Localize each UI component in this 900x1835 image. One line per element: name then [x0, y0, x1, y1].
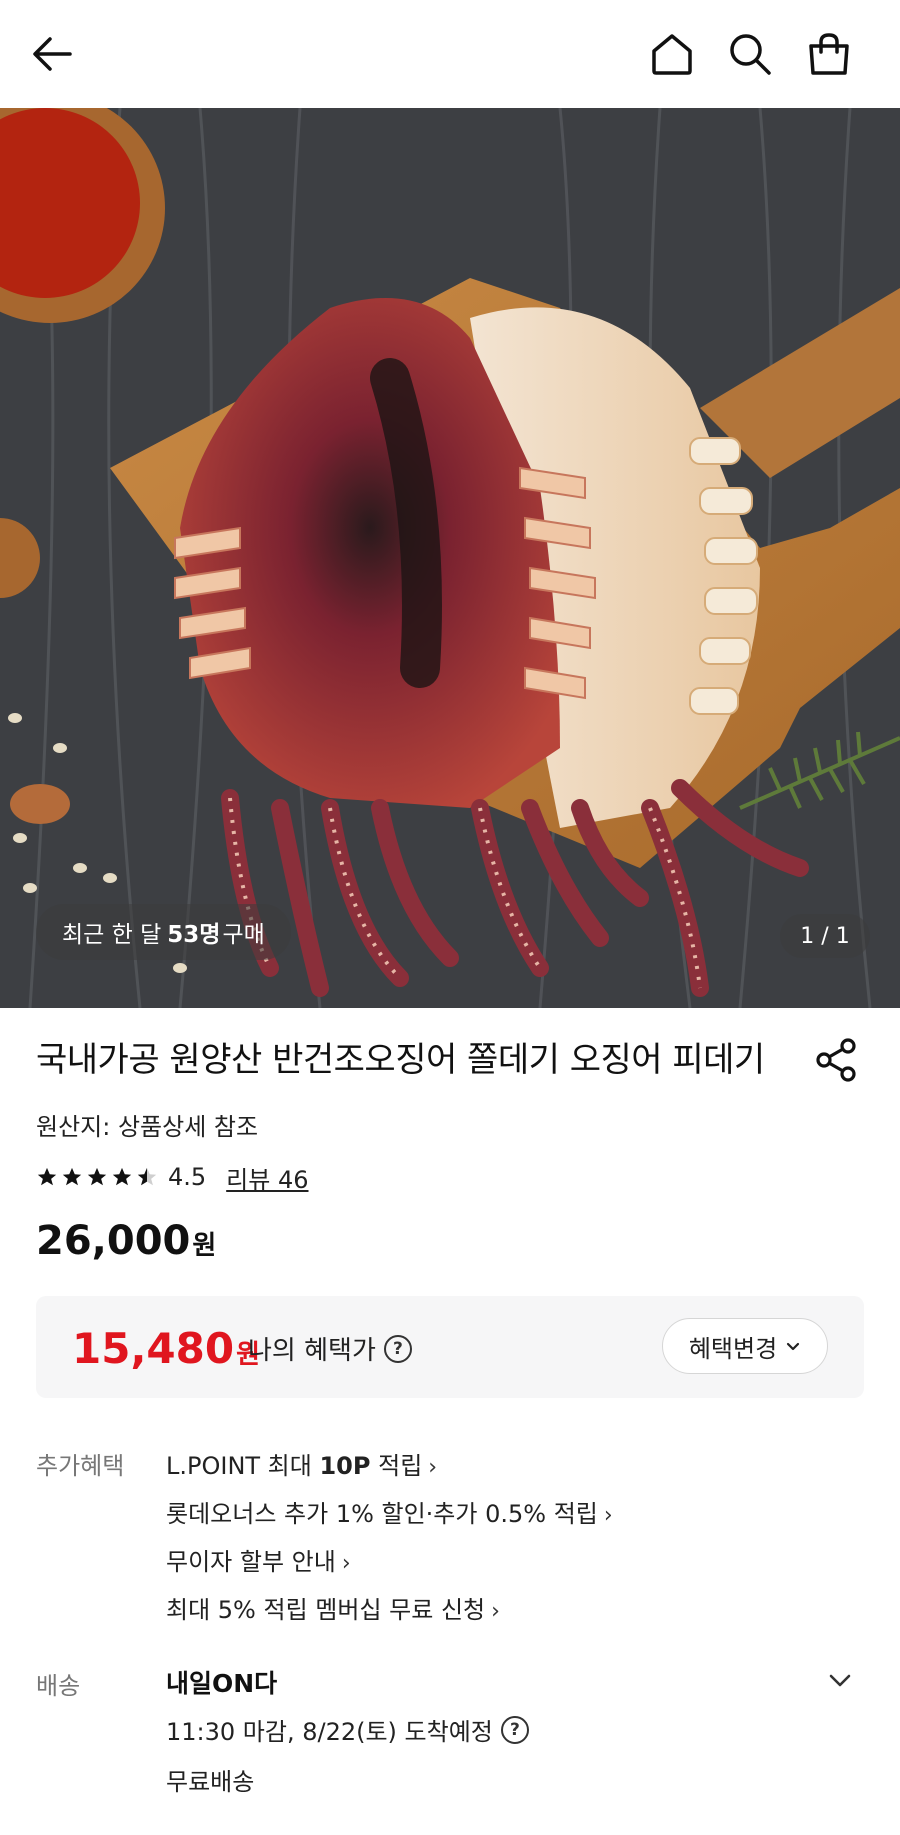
benefit-item-bold: 10P — [319, 1452, 371, 1480]
benefit-price-amount: 15,480 — [72, 1324, 235, 1373]
star-icon — [37, 1167, 57, 1186]
benefit-price-box: 15,480원 나의 혜택가 ? 혜택변경 — [36, 1296, 864, 1398]
benefit-item-text: 최대 5% 적립 멤버십 무료 신청 — [166, 1596, 486, 1624]
benefit-item-membership[interactable]: 최대 5% 적립 멤버십 무료 신청 › — [166, 1590, 500, 1625]
benefit-label: 나의 혜택가 ? — [248, 1330, 412, 1367]
shipping-deadline-text: 11:30 마감, 8/22(토) 도착예정 — [166, 1718, 493, 1746]
search-button[interactable] — [718, 22, 782, 86]
shipping-label: 배송 — [36, 1672, 81, 1700]
benefit-item-lpoint[interactable]: L.POINT 최대 10P 적립 › — [166, 1446, 437, 1481]
benefit-label-text: 나의 혜택가 — [248, 1336, 376, 1366]
top-bar — [0, 0, 900, 108]
back-button[interactable] — [20, 22, 84, 86]
star-icon — [87, 1167, 107, 1186]
original-price: 26,000원 — [36, 1218, 216, 1264]
benefit-item-text: L.POINT 최대 — [166, 1452, 320, 1480]
buyers-count: 53명 — [167, 922, 221, 948]
star-rating — [36, 1166, 158, 1188]
chevron-right-icon: › — [603, 1503, 613, 1528]
extra-benefits-label: 추가혜택 — [36, 1452, 125, 1480]
benefit-price: 15,480원 — [72, 1324, 260, 1373]
squid-product-illustration — [0, 108, 900, 1008]
star-icon — [112, 1167, 132, 1186]
image-counter: 1 / 1 — [780, 914, 870, 958]
help-icon[interactable]: ? — [383, 1334, 412, 1363]
chevron-right-icon: › — [428, 1455, 438, 1480]
review-link[interactable]: 리뷰 46 — [226, 1160, 308, 1195]
benefit-item-text: 무이자 할부 안내 — [166, 1548, 336, 1576]
help-icon[interactable]: ? — [500, 1715, 529, 1744]
change-benefit-button[interactable]: 혜택변경 — [662, 1318, 828, 1374]
search-icon — [730, 34, 771, 75]
origin-info: 원산지: 상품상세 참조 — [36, 1113, 259, 1141]
price-unit: 원 — [192, 1231, 217, 1261]
buyers-suffix: 구매 — [222, 922, 265, 948]
benefit-item-lotte-owners[interactable]: 롯데오너스 추가 1% 할인·추가 0.5% 적립 › — [166, 1494, 613, 1529]
benefit-item-text: 적립 — [370, 1452, 423, 1480]
price-amount: 26,000 — [36, 1218, 191, 1264]
star-icon — [62, 1167, 82, 1186]
half-star-icon — [137, 1167, 157, 1186]
shipping-fee: 무료배송 — [166, 1762, 254, 1797]
home-icon — [652, 34, 692, 75]
arrow-left-icon — [33, 37, 72, 71]
product-title: 국내가공 원양산 반건조오징어 쫄데기 오징어 피데기 — [36, 1040, 765, 1080]
chevron-down-icon — [787, 1342, 800, 1351]
share-icon — [816, 1038, 856, 1082]
home-button[interactable] — [640, 22, 704, 86]
chevron-down-icon — [829, 1674, 851, 1687]
shopping-bag-button[interactable] — [797, 22, 861, 86]
chevron-right-icon: › — [491, 1599, 500, 1624]
recent-buyers-badge: 최근 한 달 53명 구매 — [36, 904, 291, 960]
share-button[interactable] — [812, 1034, 862, 1084]
shopping-bag-icon — [809, 33, 849, 75]
change-benefit-label: 혜택변경 — [688, 1334, 778, 1363]
chevron-right-icon: › — [341, 1551, 351, 1576]
shipping-title: 내일ON다 — [166, 1669, 278, 1698]
rating-value: 4.5 — [168, 1163, 207, 1191]
rating-row: 4.5 리뷰 46 — [36, 1160, 309, 1194]
benefit-item-text: 롯데오너스 추가 1% 할인·추가 0.5% 적립 — [166, 1500, 598, 1528]
benefit-item-installment[interactable]: 무이자 할부 안내 › — [166, 1542, 351, 1577]
shipping-fee-text: 무료배송 — [166, 1768, 255, 1796]
product-image[interactable]: 최근 한 달 53명 구매 1 / 1 — [0, 108, 900, 1008]
shipping-deadline: 11:30 마감, 8/22(토) 도착예정 ? — [166, 1712, 529, 1747]
shipping-expand-button[interactable] — [820, 1660, 860, 1700]
buyers-prefix: 최근 한 달 — [62, 922, 162, 948]
